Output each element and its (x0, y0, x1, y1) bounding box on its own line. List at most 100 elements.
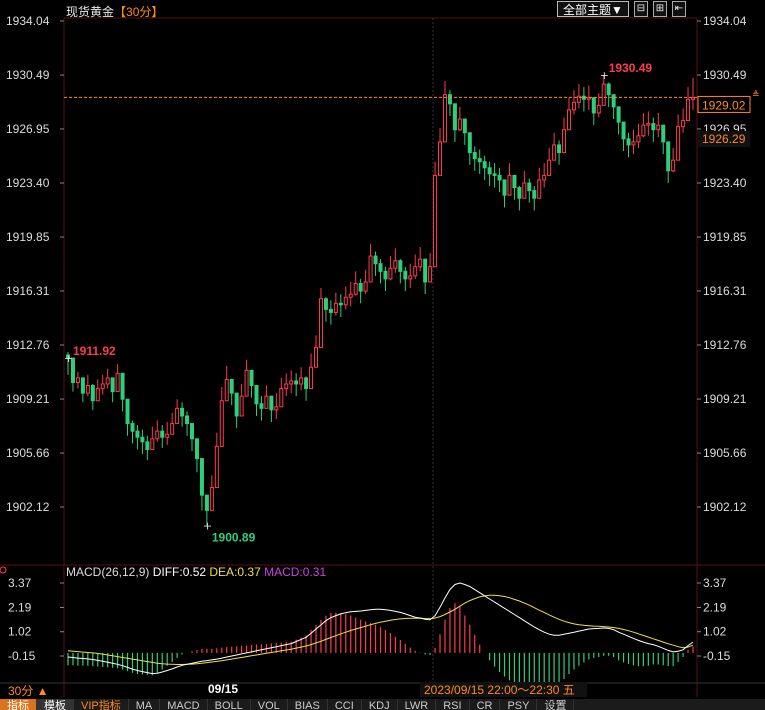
minimize-icon[interactable]: ⊟ (634, 1, 648, 17)
candle-up (155, 430, 160, 440)
candle-down (472, 152, 477, 160)
candle-down (383, 270, 388, 280)
candle-up (686, 98, 691, 122)
macd-params: MACD(26,12,9) (66, 565, 153, 579)
candle-up (219, 400, 224, 447)
candle-up (170, 423, 175, 435)
price-axis-label-right: 1923.40 (703, 176, 747, 190)
candle-down (358, 282, 363, 292)
chart-title: 现货黄金【30分】 (66, 3, 163, 20)
high-price-label: 1930.49 (609, 61, 653, 75)
candle-up (596, 104, 601, 114)
candle-up (566, 109, 571, 131)
candle-down (527, 182, 532, 192)
tab-4[interactable]: MACD (160, 699, 208, 710)
candle-down (145, 441, 150, 450)
candle-down (259, 403, 264, 409)
price-axis-label-left: 1916.31 (6, 284, 50, 298)
candle-down (234, 392, 239, 417)
macd-axis-label-left: -0.15 (8, 649, 36, 663)
candle-down (185, 415, 190, 425)
candle-up (542, 174, 547, 181)
candle-down (140, 436, 145, 443)
macd-axis-label-right: 1.02 (703, 625, 727, 639)
price-chart[interactable]: 1934.04 1934.04 1930.49 1930.49 1926.95 1926.… (0, 0, 765, 710)
tab-6[interactable]: VOL (251, 699, 288, 710)
tab-12[interactable]: CR (470, 699, 501, 710)
candle-up (457, 118, 462, 131)
candle-up (571, 101, 576, 111)
price-axis-label-right: 1905.66 (703, 446, 747, 460)
candle-down (482, 161, 487, 169)
tab-2[interactable]: VIP指标 (74, 699, 129, 710)
candle-up (586, 97, 591, 100)
tab-10[interactable]: LWR (398, 699, 437, 710)
price-axis-label-right: 1916.31 (703, 284, 747, 298)
macd-axis-label-left: 3.37 (8, 576, 32, 590)
price-axis-label-left: 1905.66 (6, 446, 50, 460)
candle-down (398, 260, 403, 272)
candle-up (209, 487, 214, 511)
date-axis-label: 09/15 (208, 682, 238, 696)
candle-down (606, 83, 611, 96)
candle-up (318, 298, 323, 348)
candle-up (442, 94, 447, 143)
candle-up (75, 377, 80, 383)
tab-8[interactable]: CCI (328, 699, 362, 710)
macd-axis-label-right: -0.15 (703, 649, 731, 663)
theme-select-button[interactable]: 全部主题▼ (557, 1, 629, 17)
symbol-name: 现货黄金 (66, 5, 115, 19)
candle-up (631, 141, 636, 146)
tab-11[interactable]: RSI (436, 699, 470, 710)
candle-up (671, 159, 676, 172)
candle-up (363, 281, 368, 292)
candle-up (646, 123, 651, 126)
tab-0[interactable]: 指标 (0, 699, 37, 710)
candle-up (244, 369, 249, 397)
candle-up (656, 124, 661, 131)
candle-down (304, 377, 309, 390)
current-price-label: 1929.02 (702, 98, 746, 112)
candle-down (611, 94, 616, 108)
candle-up (601, 83, 606, 106)
price-axis-label-left: 1934.04 (6, 14, 50, 28)
macd-legend: MACD(26,12,9) DIFF:0.52 DEA:0.37 MACD:0.… (66, 565, 326, 579)
candle-down (373, 255, 378, 265)
macd-axis-label-right: 2.19 (703, 600, 727, 614)
candle-up (547, 159, 552, 176)
tab-1[interactable]: 模板 (37, 699, 74, 710)
period-label[interactable]: 【30分】 (114, 5, 163, 19)
candle-up (274, 406, 279, 411)
candle-up (681, 120, 686, 128)
price-axis-label-left: 1923.40 (6, 176, 50, 190)
candle-up (289, 380, 294, 385)
period-indicator: 30分 ▲ (8, 684, 49, 698)
tab-5[interactable]: BOLL (208, 699, 251, 710)
candle-up (314, 346, 319, 368)
candle-up (333, 302, 338, 313)
price-axis-label-left: 1919.85 (6, 230, 50, 244)
candle-up (100, 383, 105, 390)
candle-down (249, 369, 254, 387)
tab-7[interactable]: BIAS (288, 699, 328, 710)
candle-down (452, 103, 457, 131)
candle-down (180, 407, 185, 417)
candle-up (348, 293, 353, 298)
collapse-icon[interactable]: ⇤ (672, 1, 686, 17)
candle-up (413, 266, 418, 277)
tab-13[interactable]: PSY (500, 699, 538, 710)
tab-9[interactable]: KDJ (362, 699, 398, 710)
tab-14[interactable]: 设置 (537, 699, 575, 710)
start-price-marker: + (64, 352, 73, 365)
candle-down (487, 167, 492, 175)
candle-up (428, 266, 433, 283)
candle-up (507, 174, 512, 196)
candle-up (224, 378, 229, 402)
tab-3[interactable]: MA (129, 699, 161, 710)
candle-down (204, 494, 209, 511)
candle-up (676, 126, 681, 161)
maximize-icon[interactable]: ⊞ (653, 1, 667, 17)
candle-down (160, 430, 165, 438)
candle-up (264, 395, 269, 409)
candle-down (199, 458, 204, 496)
